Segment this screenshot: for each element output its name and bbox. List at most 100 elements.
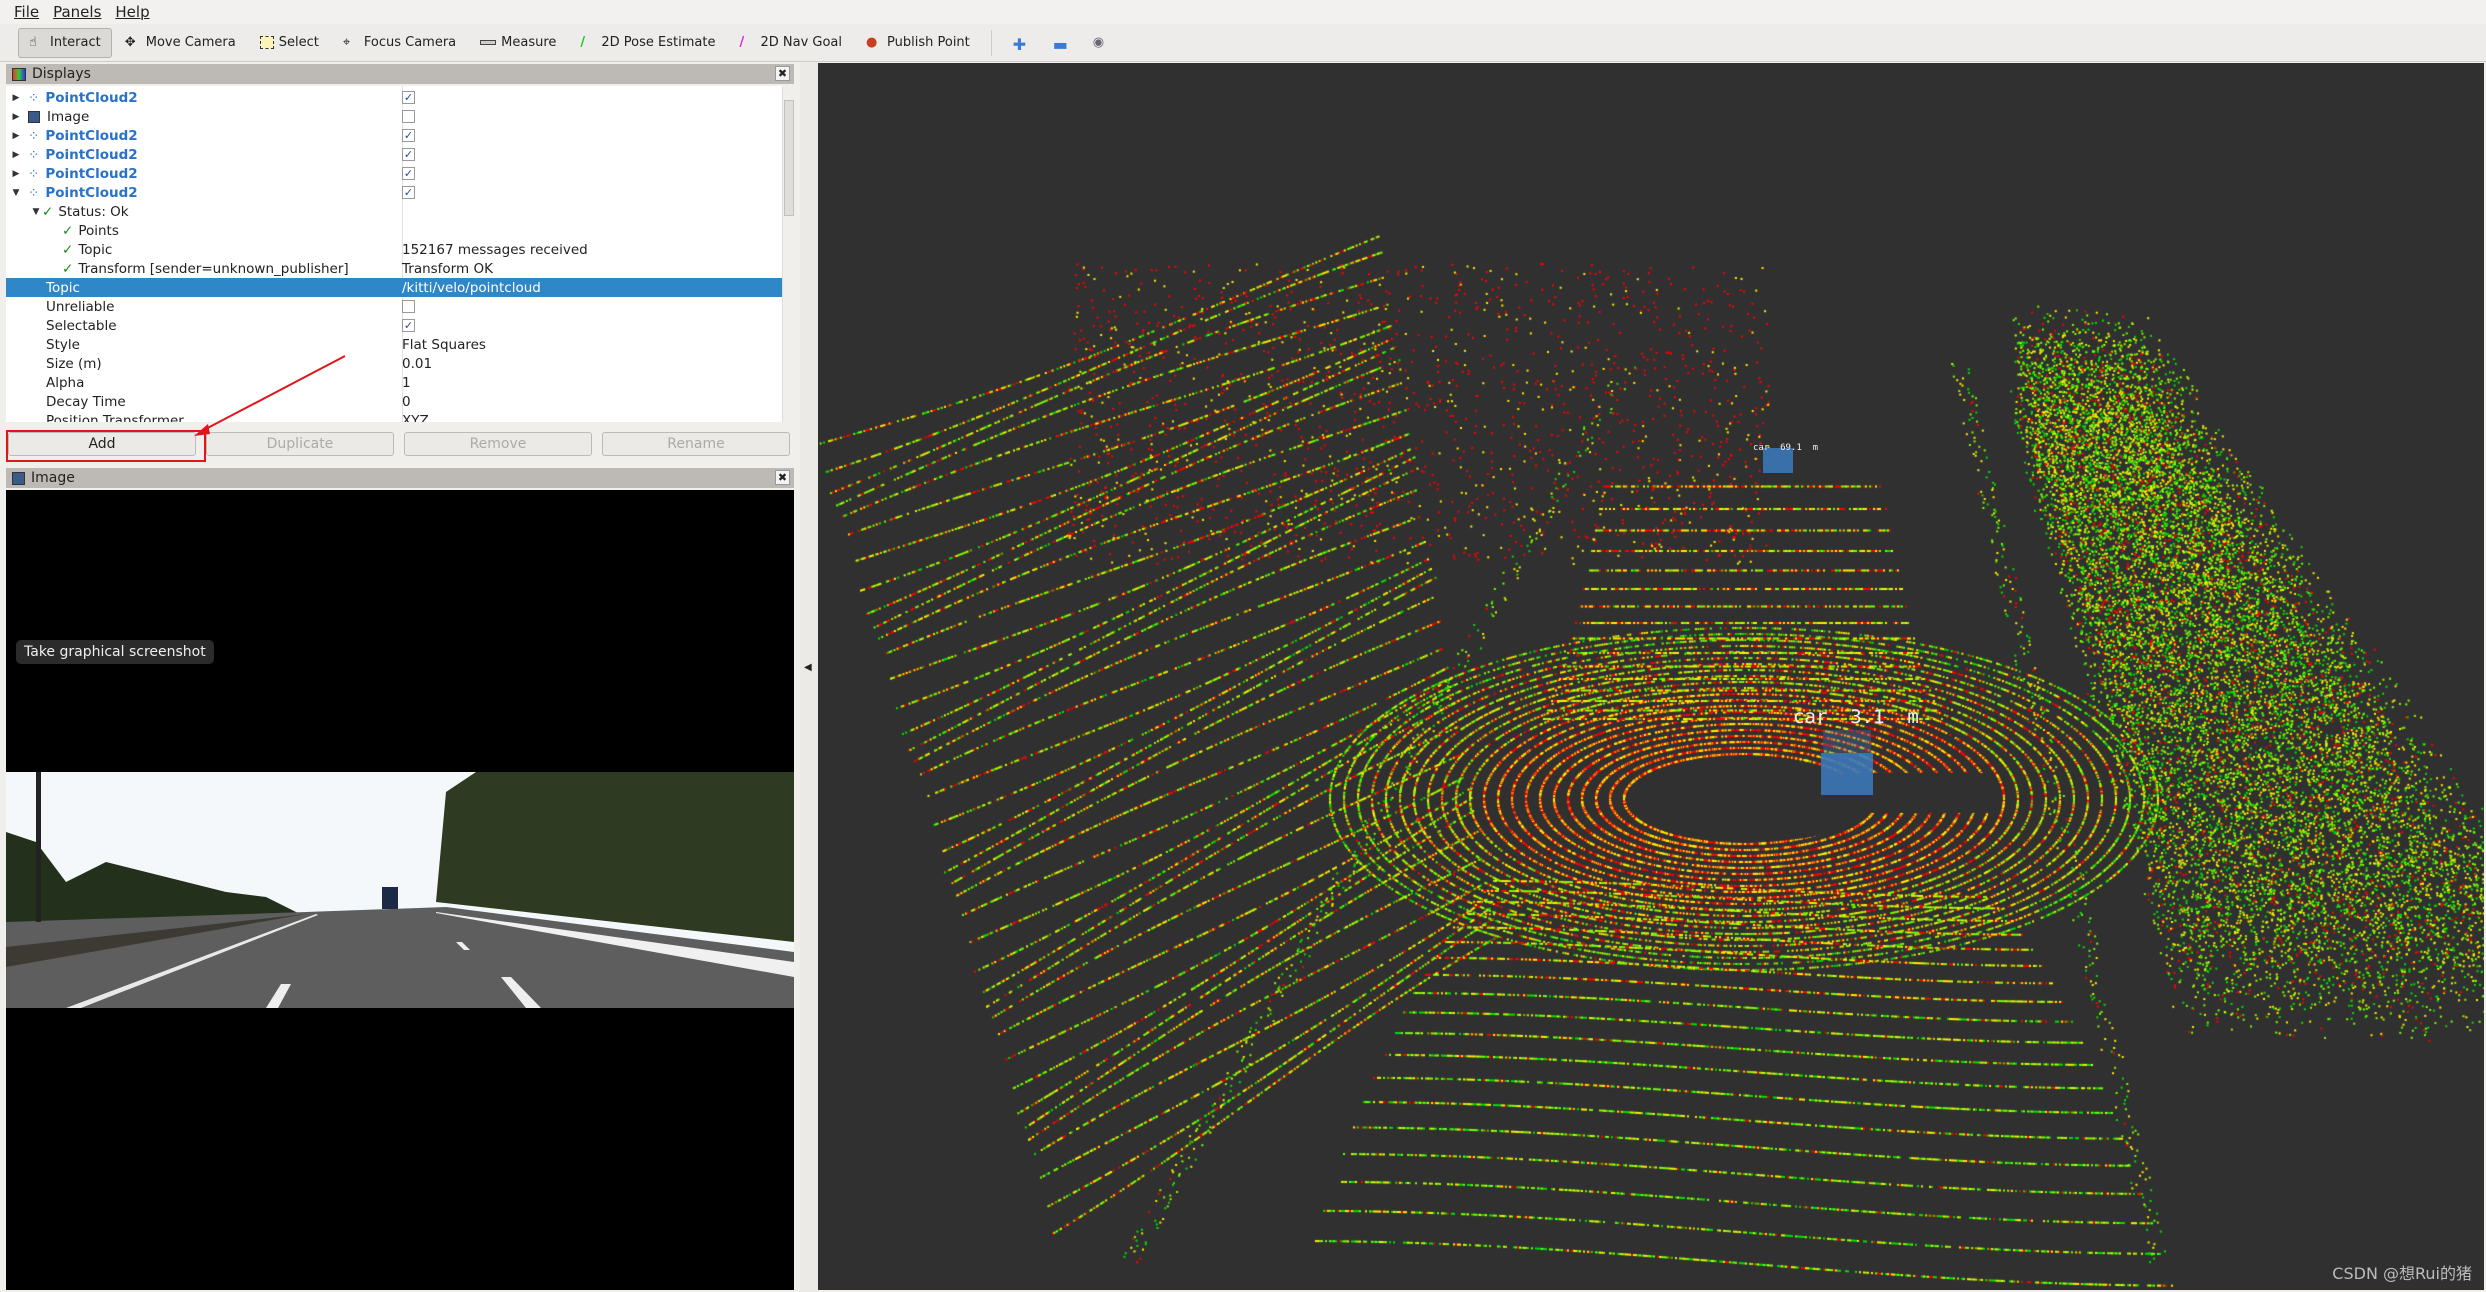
- enable-checkbox[interactable]: ✓: [402, 167, 415, 180]
- camera-type-button[interactable]: ◉: [1082, 28, 1120, 58]
- row-name-cell: ✓ Points: [6, 221, 402, 240]
- image-view: Take graphical screenshot: [6, 490, 794, 1290]
- display-row[interactable]: Size (m) 0.01: [6, 354, 782, 373]
- display-row[interactable]: ✓ Topic 152167 messages received: [6, 240, 782, 259]
- row-value-cell[interactable]: ✓: [402, 164, 415, 183]
- close-icon[interactable]: ✖: [775, 470, 790, 485]
- row-value-cell[interactable]: 1: [402, 373, 411, 392]
- enable-checkbox[interactable]: [402, 300, 415, 313]
- row-value-cell[interactable]: 0: [402, 392, 411, 411]
- tool-label: Interact: [50, 35, 101, 50]
- displays-tree: ▶ ⁘ PointCloud2 ✓ ▶ Image ▶ ⁘ PointCloud2 ✓ ▶ ⁘ Poin…: [6, 86, 782, 422]
- add-button-highlight: [6, 430, 206, 462]
- row-name-cell: Topic: [6, 278, 402, 297]
- row-value-cell[interactable]: XYZ: [402, 411, 429, 423]
- enable-checkbox[interactable]: ✓: [402, 91, 415, 104]
- display-row[interactable]: Decay Time 0: [6, 392, 782, 411]
- menu-help[interactable]: Help: [115, 3, 149, 21]
- row-label: Size (m): [46, 355, 102, 372]
- car-bounding-box: [1821, 753, 1873, 795]
- tool-2d-nav-goal[interactable]: / 2D Nav Goal: [728, 28, 853, 58]
- row-value-cell[interactable]: /kitti/velo/pointcloud: [402, 278, 541, 297]
- row-label: Unreliable: [46, 298, 115, 315]
- row-label: PointCloud2: [45, 165, 138, 182]
- tool-2d-pose-estimate[interactable]: / 2D Pose Estimate: [569, 28, 726, 58]
- 3d-view[interactable]: car 69.1 m car 3.1 m CSDN @想Rui的猪: [818, 63, 2484, 1290]
- row-value-cell[interactable]: ✓: [402, 126, 415, 145]
- row-value: Flat Squares: [402, 336, 486, 353]
- display-row[interactable]: ▼ ⁘ PointCloud2 ✓: [6, 183, 782, 202]
- enable-checkbox[interactable]: ✓: [402, 148, 415, 161]
- row-label: PointCloud2: [45, 146, 138, 163]
- row-label: Status: Ok: [58, 203, 129, 220]
- tool-move-camera[interactable]: ✥ Move Camera: [114, 28, 247, 58]
- collapsed-arrow-icon[interactable]: ▶: [10, 112, 22, 122]
- collapse-arrow-icon[interactable]: ◀: [804, 662, 812, 673]
- add-tool-button[interactable]: ✚: [1002, 28, 1040, 58]
- tool-interact[interactable]: ☝ Interact: [18, 27, 112, 58]
- display-row[interactable]: ▼ ✓ Status: Ok: [6, 202, 782, 221]
- annotation-arrow: [194, 355, 346, 436]
- enable-checkbox[interactable]: ✓: [402, 186, 415, 199]
- display-row[interactable]: Alpha 1: [6, 373, 782, 392]
- displays-buttons: Add Duplicate Remove Rename: [6, 430, 794, 462]
- row-name-cell: ▶ ⁘ PointCloud2: [6, 164, 402, 183]
- row-value-cell[interactable]: ✓: [402, 145, 415, 164]
- remove-tool-button[interactable]: ▬: [1042, 28, 1080, 58]
- row-value-cell[interactable]: ✓: [402, 316, 415, 335]
- rename-button[interactable]: Rename: [602, 432, 790, 456]
- display-row[interactable]: Topic/kitti/velo/pointcloud: [6, 278, 782, 297]
- row-value-cell[interactable]: ✓: [402, 88, 415, 107]
- dock-splitter[interactable]: ◀: [800, 62, 818, 1292]
- display-row[interactable]: ▶ ⁘ PointCloud2 ✓: [6, 145, 782, 164]
- tool-label: Measure: [501, 35, 557, 50]
- display-row[interactable]: ▶ Image: [6, 107, 782, 126]
- collapsed-arrow-icon[interactable]: ▶: [10, 131, 22, 141]
- display-row[interactable]: Selectable ✓: [6, 316, 782, 335]
- display-row[interactable]: Style Flat Squares: [6, 335, 782, 354]
- enable-checkbox[interactable]: [402, 110, 415, 123]
- map-pin-icon: ●: [866, 34, 878, 50]
- expanded-arrow-icon[interactable]: ▼: [30, 207, 42, 217]
- display-row[interactable]: ▶ ⁘ PointCloud2 ✓: [6, 164, 782, 183]
- display-row[interactable]: Unreliable: [6, 297, 782, 316]
- display-row[interactable]: ▶ ⁘ PointCloud2 ✓: [6, 126, 782, 145]
- scrollbar-thumb[interactable]: [784, 100, 794, 216]
- display-row[interactable]: ✓ Transform [sender=unknown_publisher] Tra…: [6, 259, 782, 278]
- collapsed-arrow-icon[interactable]: ▶: [10, 169, 22, 179]
- tool-label: Focus Camera: [363, 35, 457, 50]
- row-value-cell[interactable]: Flat Squares: [402, 335, 486, 354]
- row-name-cell: ▼ ✓ Status: Ok: [6, 202, 402, 221]
- tool-select[interactable]: Select: [249, 28, 330, 58]
- row-value-cell[interactable]: [402, 107, 415, 126]
- row-value-cell[interactable]: Transform OK: [402, 259, 493, 278]
- tool-measure[interactable]: Measure: [469, 28, 567, 58]
- collapsed-arrow-icon[interactable]: ▶: [10, 93, 22, 103]
- displays-scrollbar[interactable]: [782, 86, 794, 422]
- display-row[interactable]: ✓ Points: [6, 221, 782, 240]
- remove-button[interactable]: Remove: [404, 432, 592, 456]
- menu-file[interactable]: File: [14, 3, 39, 21]
- row-value-cell[interactable]: 0.01: [402, 354, 432, 373]
- row-name-cell: ▶ ⁘ PointCloud2: [6, 126, 402, 145]
- row-label: PointCloud2: [45, 89, 138, 106]
- row-name-cell: ▼ ⁘ PointCloud2: [6, 183, 402, 202]
- row-value-cell[interactable]: 152167 messages received: [402, 240, 588, 259]
- row-value: 1: [402, 374, 411, 391]
- row-label: Points: [78, 222, 119, 239]
- minus-icon: ▬: [1052, 34, 1068, 54]
- enable-checkbox[interactable]: ✓: [402, 129, 415, 142]
- enable-checkbox[interactable]: ✓: [402, 319, 415, 332]
- row-value-cell[interactable]: ✓: [402, 183, 415, 202]
- menu-panels[interactable]: Panels: [53, 3, 101, 21]
- display-row[interactable]: ▶ ⁘ PointCloud2 ✓: [6, 88, 782, 107]
- tool-focus-camera[interactable]: ⌖ Focus Camera: [332, 28, 467, 58]
- hand-icon: ☝: [29, 34, 37, 50]
- display-row[interactable]: Position Transformer XYZ: [6, 411, 782, 423]
- car-bounding-box-top: [1823, 730, 1871, 754]
- tool-publish-point[interactable]: ● Publish Point: [855, 28, 981, 58]
- expanded-arrow-icon[interactable]: ▼: [10, 188, 22, 198]
- row-value-cell[interactable]: [402, 297, 415, 316]
- close-icon[interactable]: ✖: [775, 66, 790, 81]
- collapsed-arrow-icon[interactable]: ▶: [10, 150, 22, 160]
